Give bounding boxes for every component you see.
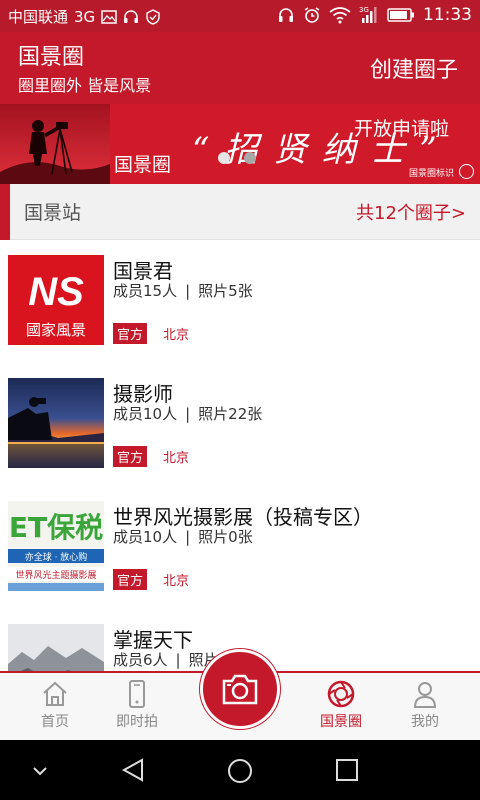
battery-icon bbox=[387, 8, 414, 22]
member-count: 成员15人 bbox=[113, 282, 178, 300]
official-badge: 官方 bbox=[113, 446, 148, 467]
ns-logo-text: NS bbox=[28, 270, 84, 314]
person-icon bbox=[413, 682, 437, 708]
member-count: 成员6人 bbox=[113, 651, 168, 669]
city-label: 北京 bbox=[163, 574, 190, 589]
headphones-icon bbox=[279, 8, 293, 22]
list-item[interactable]: 摄影师 成员10人 | 照片22张 官方 北京 bbox=[0, 364, 480, 487]
status-left: 中国联通 3G bbox=[8, 6, 161, 27]
page-title: 国景圈 bbox=[18, 45, 85, 70]
expo-poster-caption: 世界风光主题摄影展 bbox=[15, 569, 96, 581]
ns-logo-image: NS 國家風景 bbox=[8, 255, 104, 345]
official-badge: 官方 bbox=[113, 569, 148, 590]
carousel-dot-active[interactable] bbox=[244, 152, 256, 164]
page-subtitle: 圈里圈外 皆是风景 bbox=[18, 76, 152, 95]
system-nav-bar bbox=[0, 740, 480, 800]
promo-banner[interactable]: 国景圈 “ 招 贤 纳 士 ” 开放申请啦 国景圈标识 bbox=[0, 104, 480, 184]
banner-apply-text: 开放申请啦 bbox=[354, 118, 450, 140]
carousel-dot[interactable] bbox=[218, 152, 230, 164]
photo-count: 照片22张 bbox=[198, 405, 263, 423]
camera-icon bbox=[222, 674, 258, 705]
banner-brand: 国景圈 bbox=[114, 154, 172, 176]
section-accent-bar bbox=[0, 184, 10, 240]
camera-button[interactable] bbox=[200, 649, 280, 729]
create-circle-button[interactable]: 创建圈子 bbox=[370, 52, 458, 84]
photo-count: 照片5张 bbox=[198, 282, 253, 300]
ns-logo-caption: 國家風景 bbox=[26, 321, 86, 339]
carousel-indicator bbox=[218, 152, 256, 164]
section-header: 国景站 共12个圈子> bbox=[0, 184, 480, 240]
circle-stats: 成员10人 | 照片22张 bbox=[113, 403, 262, 424]
photographer-silhouette-image bbox=[0, 104, 110, 184]
recent-apps-icon[interactable] bbox=[335, 758, 359, 782]
circle-list: NS 國家風景 国景君 成员15人 | 照片5张 官方 北京 摄影师 成员10人… bbox=[0, 241, 480, 671]
status-bar: 中国联通 3G 3G 11:33 bbox=[0, 0, 480, 32]
circle-thumbnail bbox=[8, 378, 104, 468]
circle-lens-icon bbox=[327, 680, 355, 708]
sunset-photo-image bbox=[8, 378, 104, 468]
member-count: 成员10人 bbox=[113, 405, 178, 423]
circle-stats: 成员10人 | 照片0张 bbox=[113, 526, 253, 547]
home-circle-icon[interactable] bbox=[227, 758, 253, 784]
nav-mine[interactable]: 我的 bbox=[385, 679, 465, 731]
city-label: 北京 bbox=[163, 451, 190, 466]
nav-instant-shot[interactable]: 即时拍 bbox=[97, 679, 177, 731]
wifi-icon bbox=[329, 7, 351, 24]
network-label: 3G bbox=[74, 7, 96, 26]
circle-thumbnail bbox=[8, 624, 104, 671]
nav-label: 我的 bbox=[411, 714, 439, 730]
circle-thumbnail: NS 國家風景 bbox=[8, 255, 104, 345]
expo-poster-slogan: 亦全球 · 放心购 bbox=[25, 551, 88, 563]
nav-home[interactable]: 首页 bbox=[15, 679, 95, 731]
all-circles-link[interactable]: 共12个圈子> bbox=[356, 199, 466, 225]
status-right: 3G 11:33 bbox=[277, 5, 472, 25]
separator: | bbox=[185, 528, 191, 546]
separator: | bbox=[175, 651, 181, 669]
separator: | bbox=[185, 282, 191, 300]
app-header: 国景圈 圈里圈外 皆是风景 创建圈子 bbox=[0, 32, 480, 104]
list-item[interactable]: NS 國家風景 国景君 成员15人 | 照片5张 官方 北京 bbox=[0, 241, 480, 364]
shield-icon bbox=[146, 8, 160, 25]
list-item[interactable]: ET保税 亦全球 · 放心购 世界风光主题摄影展 世界风光摄影展（投稿专区） 成… bbox=[0, 487, 480, 610]
back-icon[interactable] bbox=[120, 758, 146, 782]
chevron-down-icon[interactable] bbox=[30, 764, 50, 778]
official-badge: 官方 bbox=[113, 323, 148, 344]
signal-icon: 3G bbox=[359, 6, 377, 23]
nav-circles[interactable]: 国景圈 bbox=[301, 679, 381, 731]
home-icon bbox=[43, 681, 67, 706]
image-icon bbox=[101, 9, 117, 24]
bottom-nav: 首页 即时拍 国景圈 我的 bbox=[0, 649, 480, 740]
section-title: 国景站 bbox=[24, 202, 82, 224]
logo-mark-icon bbox=[459, 164, 474, 179]
separator: | bbox=[185, 405, 191, 423]
headset-icon bbox=[124, 9, 139, 23]
circle-thumbnail: ET保税 亦全球 · 放心购 世界风光主题摄影展 bbox=[8, 501, 104, 591]
photo-count: 照片0张 bbox=[198, 528, 253, 546]
nav-label: 国景圈 bbox=[320, 714, 362, 730]
expo-poster-image: ET保税 亦全球 · 放心购 世界风光主题摄影展 bbox=[8, 501, 104, 591]
nav-label: 首页 bbox=[41, 714, 69, 730]
member-count: 成员10人 bbox=[113, 528, 178, 546]
carrier-label: 中国联通 bbox=[8, 8, 69, 26]
expo-poster-title: ET保税 bbox=[9, 511, 103, 544]
banner-logo-text: 国景圈标识 bbox=[408, 169, 454, 179]
svg-text:3G: 3G bbox=[359, 6, 369, 14]
alarm-icon bbox=[304, 7, 320, 23]
nav-label: 即时拍 bbox=[116, 714, 158, 730]
mountain-photo-image bbox=[8, 624, 104, 671]
city-label: 北京 bbox=[163, 328, 190, 343]
phone-icon bbox=[129, 680, 145, 708]
circle-stats: 成员15人 | 照片5张 bbox=[113, 280, 253, 301]
clock: 11:33 bbox=[423, 5, 472, 25]
